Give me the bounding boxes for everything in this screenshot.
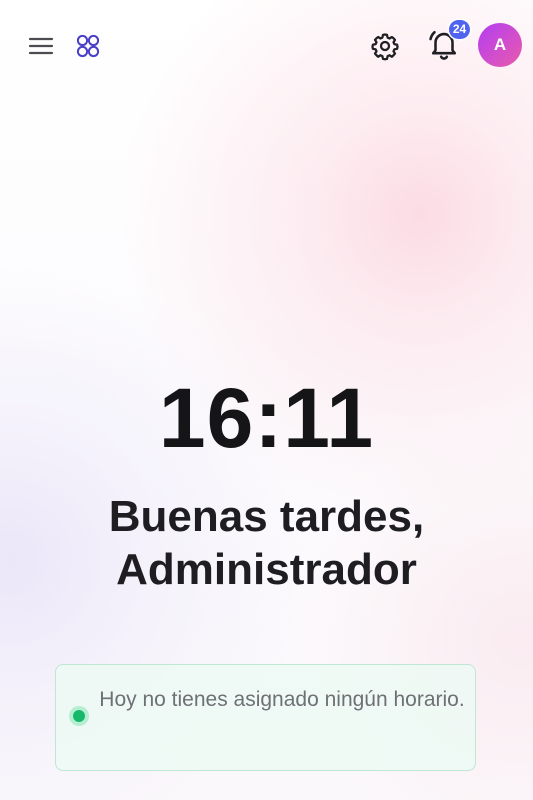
schedule-status-card: Hoy no tienes asignado ningún horario. bbox=[55, 664, 476, 771]
greeting-text: Buenas tardes, Administrador bbox=[108, 492, 425, 594]
settings-button[interactable] bbox=[367, 28, 403, 64]
current-time: 16:11 bbox=[158, 371, 375, 465]
status-dot-icon bbox=[73, 710, 85, 722]
apps-button[interactable] bbox=[72, 30, 104, 62]
notification-count-badge: 24 bbox=[449, 20, 470, 39]
avatar-initial: A bbox=[493, 35, 507, 54]
schedule-message: Hoy no tienes asignado ningún horario. bbox=[99, 688, 465, 711]
user-avatar[interactable]: A bbox=[478, 23, 522, 67]
apps-grid-icon bbox=[76, 34, 100, 58]
hamburger-menu-icon bbox=[28, 37, 54, 55]
gear-icon bbox=[371, 33, 399, 61]
top-bar: 24 A bbox=[0, 0, 533, 90]
menu-button[interactable] bbox=[24, 30, 58, 62]
